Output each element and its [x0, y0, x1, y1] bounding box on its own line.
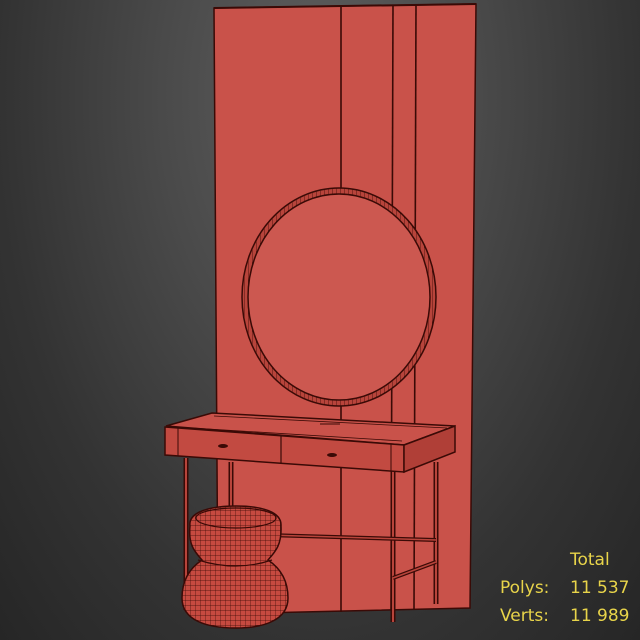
viewport-3d[interactable]	[0, 0, 640, 640]
round-mirror[interactable]	[241, 187, 437, 407]
drawer-handle[interactable]	[327, 453, 337, 457]
polygon-stats-overlay: Total Polys: 11 537 Verts: 11 989	[490, 548, 635, 638]
verts-label: Verts:	[500, 606, 550, 626]
polys-label: Polys:	[500, 578, 550, 598]
verts-value: 11 989	[570, 606, 630, 626]
polys-value: 11 537	[570, 578, 630, 598]
pouf[interactable]	[181, 505, 289, 629]
stats-total-label: Total	[570, 550, 610, 570]
drawer-handle[interactable]	[218, 444, 228, 448]
